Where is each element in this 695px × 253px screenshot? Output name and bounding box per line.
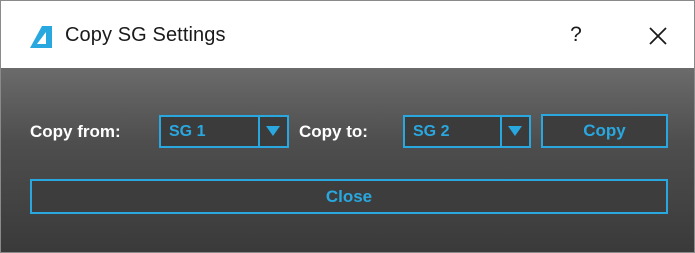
copy-from-select[interactable]: SG 1 [159, 115, 289, 148]
copy-to-select[interactable]: SG 2 [403, 115, 531, 148]
close-icon[interactable] [645, 23, 671, 49]
copy-to-label: Copy to: [299, 122, 368, 141]
close-button[interactable]: Close [30, 179, 668, 214]
dialog-body: Copy from: SG 1 Copy to: SG 2 Copy Close [1, 68, 694, 252]
help-button[interactable]: ? [563, 21, 589, 49]
window-title: Copy SG Settings [65, 24, 226, 46]
title-bar: Copy SG Settings ? [1, 1, 694, 68]
help-icon: ? [570, 23, 582, 46]
copy-sg-settings-dialog: Copy SG Settings ? Copy from: SG 1 Copy … [0, 0, 695, 253]
copy-to-value: SG 2 [413, 123, 450, 140]
copy-to-dropdown-button[interactable] [500, 117, 529, 146]
copy-from-dropdown-button[interactable] [258, 117, 287, 146]
copy-button[interactable]: Copy [541, 114, 668, 148]
dropdown-arrow-icon [508, 126, 522, 136]
dropdown-arrow-icon [266, 126, 280, 136]
app-logo-icon [30, 26, 52, 48]
copy-from-value: SG 1 [169, 123, 206, 140]
copy-from-label: Copy from: [30, 122, 121, 141]
